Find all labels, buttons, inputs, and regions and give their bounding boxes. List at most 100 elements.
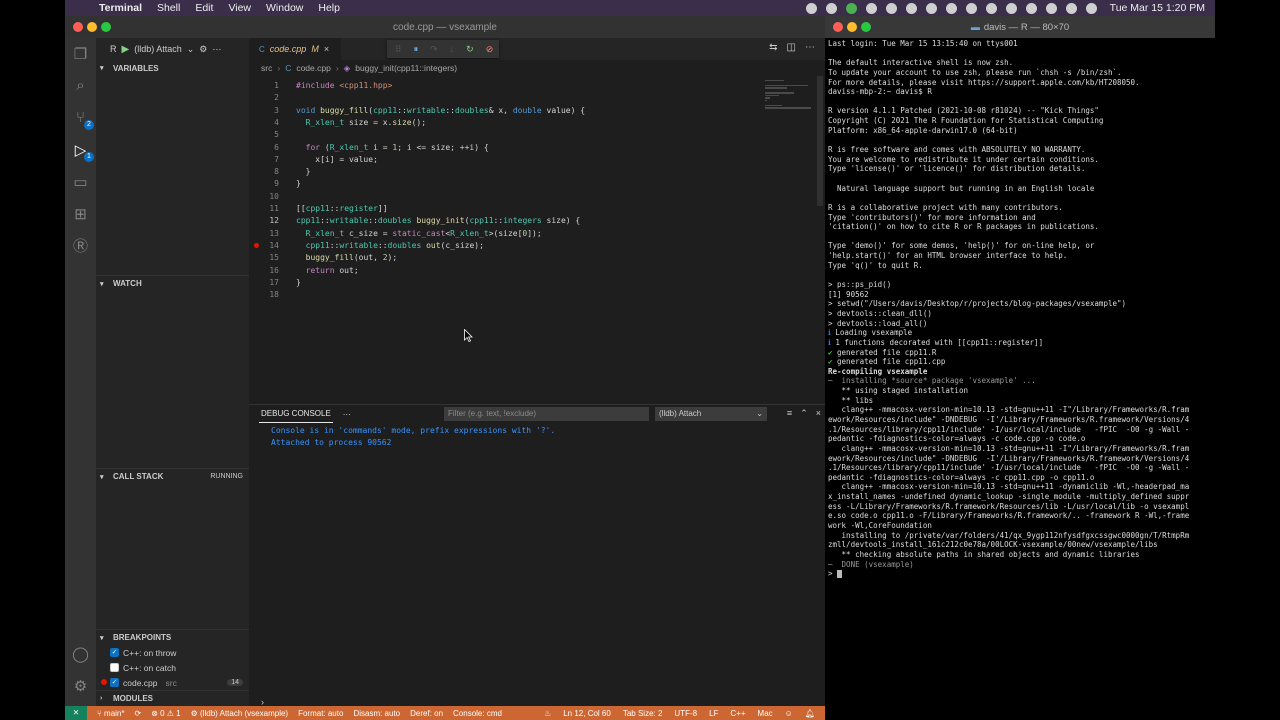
status-branch[interactable]: ⑂ main* [97, 709, 124, 718]
history-icon[interactable] [1005, 2, 1017, 14]
minimize-window-button[interactable] [847, 22, 857, 32]
menu-shell[interactable]: Shell [157, 2, 180, 14]
line-number[interactable]: 12 [249, 215, 279, 227]
chevron-down-icon[interactable]: ⌄ [187, 44, 195, 55]
compare-icon[interactable]: ⇆ [769, 42, 777, 53]
keyboard-icon[interactable] [825, 2, 837, 14]
breadcrumb-file[interactable]: code.cpp [296, 63, 331, 73]
breakpoint-cpp-on-catch[interactable]: C++: on catch [110, 660, 249, 675]
run-debug-icon[interactable]: ▷ 1 [71, 140, 94, 162]
step-over-icon[interactable]: ↷ [430, 44, 438, 55]
status-tabsize[interactable]: Tab Size: 2 [623, 709, 663, 718]
timer-icon[interactable] [885, 2, 897, 14]
line-number[interactable]: 1 [249, 80, 279, 92]
status-debug-session[interactable]: ⚙ (lldb) Attach (vsexample) [191, 709, 288, 718]
volume-icon[interactable] [985, 2, 997, 14]
line-number[interactable]: 13 [249, 228, 279, 240]
menu-help[interactable]: Help [318, 2, 340, 14]
remote-explorer-icon[interactable]: ▭ [71, 172, 90, 191]
close-window-button[interactable] [73, 22, 83, 32]
battery-icon[interactable] [945, 2, 957, 14]
minimize-window-button[interactable] [87, 22, 97, 32]
status-deref[interactable]: Deref: on [410, 709, 443, 718]
terminal-output[interactable]: Last login: Tue Mar 15 13:15:40 on ttys0… [828, 38, 1213, 718]
breakpoint-cpp-on-throw[interactable]: ✓ C++: on throw [110, 645, 249, 660]
status-console[interactable]: Console: cmd [453, 709, 502, 718]
drag-handle-icon[interactable]: ⠿ [395, 44, 402, 55]
code-editor[interactable]: 1 #include <cpp11.hpp> 2 3 void buggy_fill(c… [249, 76, 825, 404]
menu-window[interactable]: Window [266, 2, 303, 14]
control-center-icon[interactable] [1065, 2, 1077, 14]
status-eol[interactable]: LF [709, 709, 718, 718]
status-position[interactable]: Ln 12, Col 60 [563, 709, 611, 718]
search-icon[interactable]: ⌕ [71, 76, 90, 95]
status-encoding[interactable]: UTF-8 [674, 709, 697, 718]
menu-edit[interactable]: Edit [195, 2, 213, 14]
more-icon[interactable]: ⋯ [805, 42, 815, 53]
watch-section-header[interactable]: ▾ WATCH [96, 275, 249, 291]
more-icon[interactable]: ⋯ [343, 410, 351, 419]
siri-icon[interactable] [1085, 2, 1097, 14]
disconnect-icon[interactable]: ⊘ [486, 44, 494, 55]
breakpoint-checkbox[interactable]: ✓ [110, 648, 119, 657]
breadcrumb-folder[interactable]: src [261, 63, 272, 73]
restart-icon[interactable]: ↻ [466, 44, 474, 55]
r-extension-icon[interactable]: Ⓡ [71, 236, 90, 255]
breakpoint-checkbox[interactable] [110, 663, 119, 672]
status-platform[interactable]: Mac [758, 709, 773, 718]
bell-icon[interactable]: 🔔︎ [805, 709, 815, 718]
sync-icon[interactable]: ⟳ [134, 709, 141, 718]
gear-icon[interactable]: ⚙ [71, 676, 90, 695]
debug-session-select[interactable]: (lldb) Attach ⌄ [655, 407, 767, 421]
gear-icon[interactable]: ⚙ [199, 44, 207, 55]
more-icon[interactable]: ⋯ [212, 44, 221, 55]
minimap[interactable] [765, 80, 813, 110]
line-number[interactable]: 16 [249, 265, 279, 277]
call-stack-section-header[interactable]: ▾ CALL STACK RUNNING [96, 468, 249, 484]
variables-section-header[interactable]: ▾ VARIABLES [96, 60, 249, 76]
apple-menu-icon[interactable] [77, 2, 91, 14]
source-control-icon[interactable]: ⑂ 2 [71, 108, 94, 130]
line-number[interactable]: 7 [249, 154, 279, 166]
modules-section-header[interactable]: › MODULES [96, 690, 249, 706]
status-language[interactable]: C++ [730, 709, 745, 718]
line-number[interactable]: 4 [249, 117, 279, 129]
menu-view[interactable]: View [228, 2, 251, 14]
menubar-clock[interactable]: Tue Mar 15 1:20 PM [1110, 2, 1205, 14]
split-editor-icon[interactable]: ◫ [787, 42, 796, 53]
line-number[interactable]: 8 [249, 166, 279, 178]
status-format[interactable]: Format: auto [298, 709, 343, 718]
explorer-icon[interactable]: ❐ [71, 44, 90, 63]
menu-app-terminal[interactable]: Terminal [99, 2, 142, 14]
remote-indicator-icon[interactable]: ⨯ [65, 706, 87, 720]
record-icon[interactable] [805, 2, 817, 14]
line-number[interactable]: 11 [249, 203, 279, 215]
step-into-icon[interactable]: ↓ [450, 44, 455, 54]
feedback-icon[interactable]: ☺ [785, 709, 793, 718]
console-filter-input[interactable]: Filter (e.g. text, !exclude) [444, 407, 649, 421]
status-problems[interactable]: ⊗ 0 ⚠ 1 [151, 709, 180, 718]
line-number[interactable]: 6 [249, 142, 279, 154]
close-window-button[interactable] [833, 22, 843, 32]
wifi-icon[interactable] [1025, 2, 1037, 14]
bluetooth-icon[interactable] [965, 2, 977, 14]
line-number[interactable]: 10 [249, 191, 279, 203]
breakpoint-checkbox[interactable]: ✓ [110, 678, 119, 687]
pause-icon[interactable]: ⏸ [414, 44, 419, 55]
start-debugging-icon[interactable]: ▶ [122, 44, 130, 55]
breadcrumb-symbol[interactable]: buggy_init(cpp11::integers) [355, 63, 457, 73]
extensions-icon[interactable]: ⊞ [71, 204, 90, 223]
breakpoint-code-cpp[interactable]: ✓ code.cpp src 14 [101, 675, 249, 690]
cloud-icon[interactable] [865, 2, 877, 14]
tab-debug-console[interactable]: DEBUG CONSOLE [259, 405, 333, 423]
grammarly-icon[interactable] [845, 2, 857, 14]
line-number[interactable]: 17 [249, 277, 279, 289]
clear-console-icon[interactable]: ≡ [787, 408, 792, 419]
line-number[interactable]: 2 [249, 92, 279, 104]
play-icon[interactable] [905, 2, 917, 14]
status-disasm[interactable]: Disasm: auto [353, 709, 400, 718]
close-icon[interactable]: × [816, 408, 821, 419]
headphones-icon[interactable] [925, 2, 937, 14]
line-number[interactable]: 18 [249, 289, 279, 301]
account-icon[interactable]: ◯ [71, 644, 90, 663]
